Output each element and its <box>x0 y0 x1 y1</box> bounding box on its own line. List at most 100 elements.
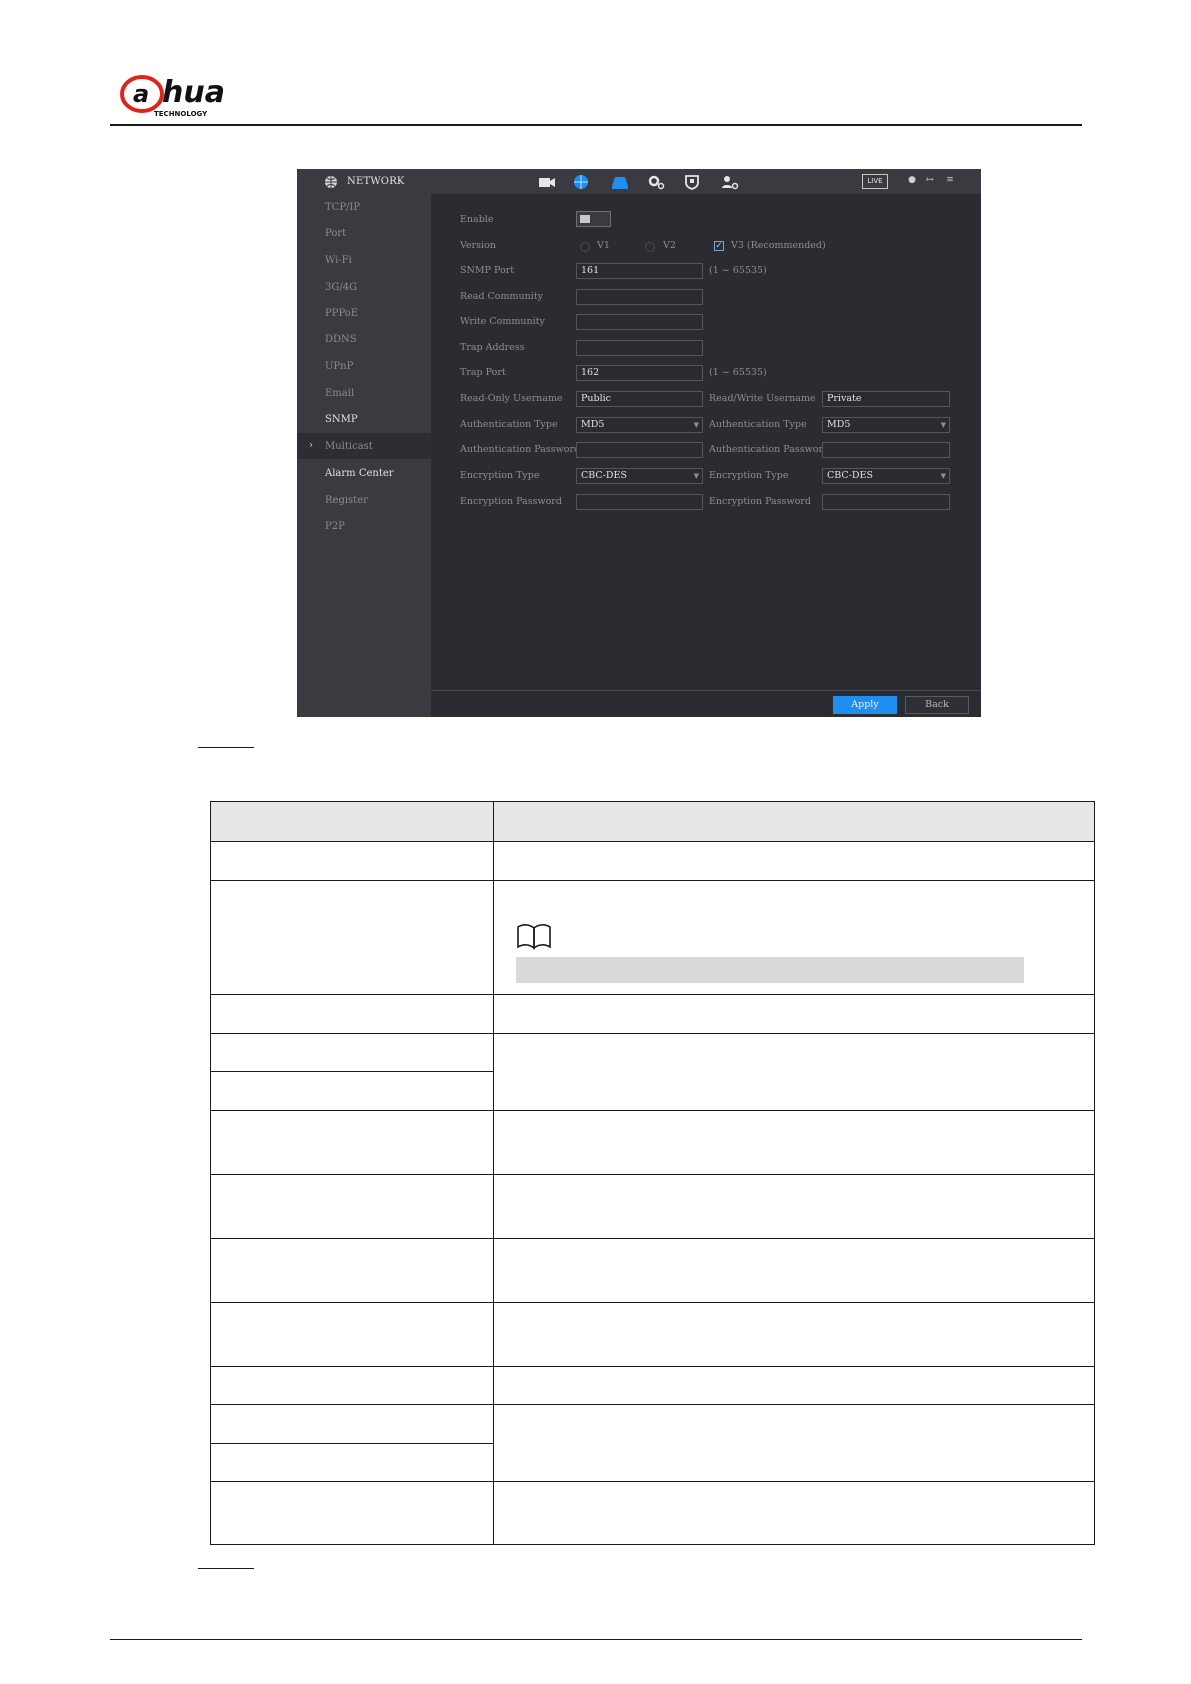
network-globe-icon <box>325 176 337 188</box>
v3-label: V3 (Recommended) <box>731 240 826 251</box>
table-cell <box>493 994 1095 1034</box>
enc-type-select-left[interactable]: CBC-DES ▼ <box>576 468 703 484</box>
sidebar-item-email[interactable]: Email <box>325 388 354 399</box>
enc-type-select-right[interactable]: CBC-DES ▼ <box>822 468 950 484</box>
auth-type-select-right[interactable]: MD5 ▼ <box>822 417 950 433</box>
logout-icon[interactable]: ↦ <box>923 175 937 187</box>
trap-address-input[interactable] <box>576 340 703 356</box>
step-marker <box>198 1568 254 1569</box>
sidebar-item-multicast[interactable]: Multicast <box>325 441 373 452</box>
back-button[interactable]: Back <box>905 696 969 714</box>
table-cell <box>493 1366 1095 1405</box>
storage-icon[interactable] <box>611 174 629 190</box>
table-cell <box>210 1481 494 1545</box>
table-cell <box>210 1302 494 1367</box>
chevron-right-icon: › <box>309 440 313 451</box>
network-icon[interactable] <box>572 174 590 190</box>
v3-checkbox[interactable]: ✓ <box>714 241 724 251</box>
read-community-input[interactable] <box>576 289 703 305</box>
sidebar-item-port[interactable]: Port <box>325 228 346 239</box>
table-cell <box>493 1110 1095 1175</box>
enc-type-label-left: Encryption Type <box>460 470 540 481</box>
sidebar-item-3g4g[interactable]: 3G/4G <box>325 282 357 293</box>
settings-gears-icon[interactable] <box>647 174 665 190</box>
sidebar-item-pppoe[interactable]: PPPoE <box>325 308 358 319</box>
note-highlight-bar <box>516 957 1024 983</box>
write-community-input[interactable] <box>576 314 703 330</box>
bottom-action-bar <box>431 690 981 717</box>
trap-port-input[interactable]: 162 <box>576 365 703 381</box>
snmp-port-range: (1 ~ 65535) <box>709 265 767 276</box>
step-marker <box>198 747 254 748</box>
table-header-cell <box>493 801 1095 842</box>
table-cell <box>210 1174 494 1239</box>
live-button[interactable]: LIVE <box>862 174 888 189</box>
auth-type-value-left: MD5 <box>581 419 605 430</box>
auth-password-input-right[interactable] <box>822 442 950 458</box>
dahua-logo: a hua TECHNOLOGY <box>120 75 225 118</box>
enc-type-label-right: Encryption Type <box>709 470 789 481</box>
auth-type-select-left[interactable]: MD5 ▼ <box>576 417 703 433</box>
v2-radio[interactable] <box>645 242 655 252</box>
account-settings-icon[interactable] <box>721 174 739 190</box>
auth-type-value-right: MD5 <box>827 419 851 430</box>
dropdown-arrow-icon: ▼ <box>940 421 946 429</box>
sidebar-item-upnp[interactable]: UPnP <box>325 361 353 372</box>
sidebar-item-snmp[interactable]: SNMP <box>325 414 358 425</box>
enable-label: Enable <box>460 214 494 225</box>
svg-text:a: a <box>133 80 149 108</box>
enc-type-value-right: CBC-DES <box>827 470 873 481</box>
rw-username-label: Read/Write Username <box>709 393 816 404</box>
rw-username-input[interactable]: Private <box>822 391 950 407</box>
header-rule <box>110 124 1082 126</box>
sidebar-item-p2p[interactable]: P2P <box>325 521 345 532</box>
sidebar-item-alarm-center[interactable]: Alarm Center <box>325 468 394 479</box>
parameter-table <box>210 801 1095 1545</box>
ro-username-input[interactable]: Public <box>576 391 703 407</box>
table-cell <box>493 1238 1095 1303</box>
camera-icon[interactable] <box>538 174 556 190</box>
sidebar: › TCP/IP Port Wi-Fi 3G/4G PPPoE DDNS UPn… <box>297 194 431 717</box>
table-header-cell <box>210 801 494 842</box>
trap-port-label: Trap Port <box>460 367 506 378</box>
table-cell <box>210 994 494 1034</box>
version-label: Version <box>460 240 496 251</box>
sidebar-item-tcpip[interactable]: TCP/IP <box>325 202 360 213</box>
apply-button[interactable]: Apply <box>833 696 897 714</box>
table-cell <box>210 841 494 881</box>
sidebar-item-ddns[interactable]: DDNS <box>325 334 357 345</box>
sidebar-item-wifi[interactable]: Wi-Fi <box>325 255 352 266</box>
security-shield-icon[interactable] <box>683 174 701 190</box>
auth-password-input-left[interactable] <box>576 442 703 458</box>
footer-rule <box>110 1639 1082 1640</box>
auth-type-label-left: Authentication Type <box>460 419 558 430</box>
table-cell <box>493 1033 1095 1111</box>
table-cell <box>210 1033 494 1072</box>
write-community-label: Write Community <box>460 316 545 327</box>
v2-label: V2 <box>663 240 676 251</box>
enc-password-label-left: Encryption Password <box>460 496 562 507</box>
toggle-knob <box>580 215 590 223</box>
auth-password-label-left: Authentication Password <box>460 444 581 455</box>
snmp-port-input[interactable]: 161 <box>576 263 703 279</box>
enc-password-label-right: Encryption Password <box>709 496 811 507</box>
sidebar-item-register[interactable]: Register <box>325 495 368 506</box>
auth-type-label-right: Authentication Type <box>709 419 807 430</box>
enc-password-input-left[interactable] <box>576 494 703 510</box>
enc-password-input-right[interactable] <box>822 494 950 510</box>
menu-list-icon[interactable]: ≡ <box>943 175 957 187</box>
read-community-label: Read Community <box>460 291 544 302</box>
dropdown-arrow-icon: ▼ <box>940 472 946 480</box>
snmp-port-label: SNMP Port <box>460 265 515 276</box>
table-cell <box>493 841 1095 881</box>
page-title: NETWORK <box>347 176 405 187</box>
ro-username-label: Read-Only Username <box>460 393 563 404</box>
trap-address-label: Trap Address <box>460 342 525 353</box>
table-cell <box>493 1302 1095 1367</box>
table-cell <box>210 1404 494 1444</box>
v1-radio[interactable] <box>580 242 590 252</box>
svg-text:hua: hua <box>162 75 225 110</box>
user-icon[interactable]: ● <box>905 175 919 187</box>
enable-toggle[interactable] <box>576 211 611 227</box>
dropdown-arrow-icon: ▼ <box>693 421 699 429</box>
